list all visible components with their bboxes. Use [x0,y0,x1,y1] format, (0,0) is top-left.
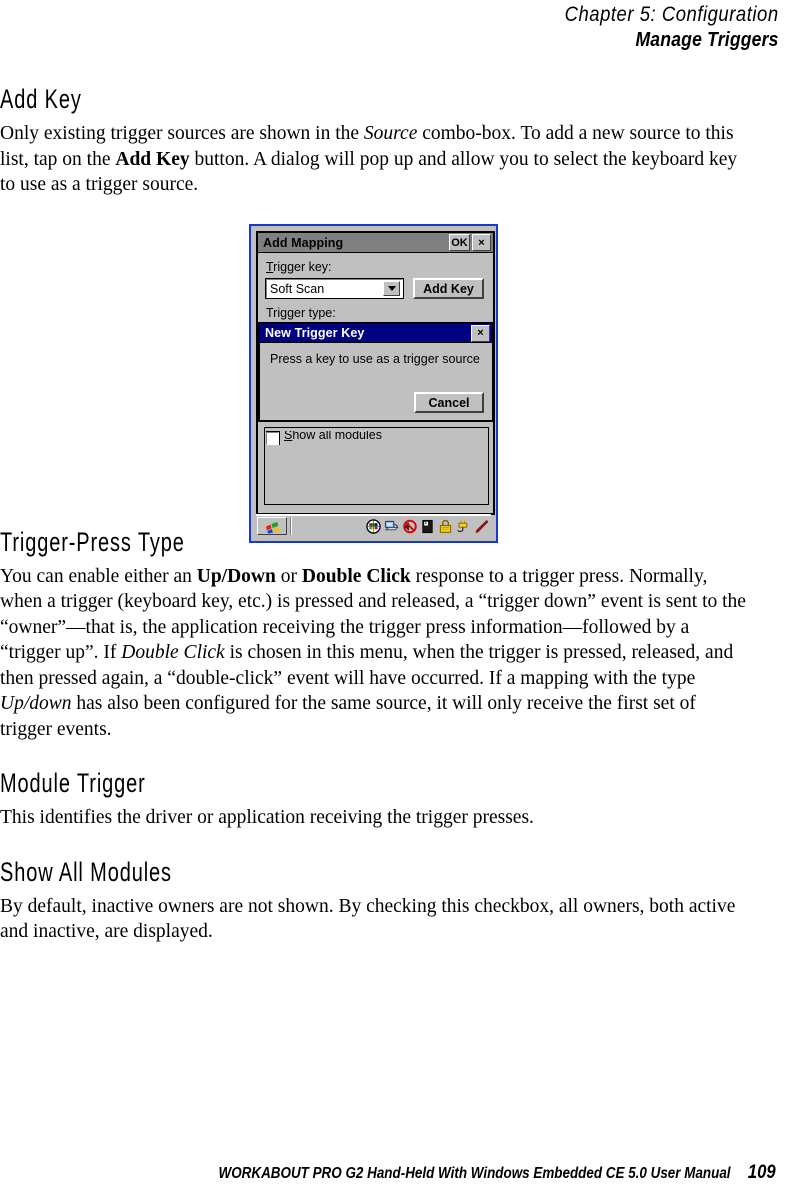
ok-button[interactable]: OK [449,234,470,251]
new-trigger-key-titlebar: New Trigger Key × [260,324,492,343]
display-settings-icon[interactable] [366,518,381,534]
add-key-button[interactable]: Add Key [413,278,484,299]
device-screenshot-figure: Add Mapping OK × Trigger key: Soft Scan … [249,224,498,543]
new-trigger-key-title: New Trigger Key [265,326,365,340]
system-tray [366,518,491,534]
power-battery-icon[interactable] [420,519,435,534]
footer-page-number: 109 [748,1162,776,1183]
paragraph-module-trigger: This identifies the driver or applicatio… [0,807,534,828]
paragraph-show-all-modules: By default, inactive owners are not show… [0,895,736,943]
show-all-modules-checkbox[interactable] [266,431,280,445]
header-section: Manage Triggers [635,29,779,51]
trigger-key-combo-value: Soft Scan [270,281,325,296]
windows-ce-taskbar [256,514,491,536]
trigger-key-row: Soft Scan Add Key [265,278,485,299]
heading-show-all-modules: Show All Modules [0,856,172,887]
new-trigger-key-dialog: New Trigger Key × Press a key to use as … [258,322,494,422]
page-footer: WORKABOUT PRO G2 Hand-Held With Windows … [0,1162,798,1184]
heading-add-key: Add Key [0,84,82,114]
trigger-key-label: Trigger key: [266,260,485,274]
add-mapping-titlebar: Add Mapping OK × [258,233,493,253]
close-icon[interactable]: × [472,234,491,251]
obscured-field-row: Trigger type: [266,306,485,320]
page-running-head: Chapter 5: Configuration Manage Triggers [0,0,798,53]
obscured-field-label: Trigger type: [266,306,336,320]
trigger-key-label-rest: rigger key: [273,260,332,274]
heading-module-trigger: Module Trigger [0,768,146,798]
close-icon[interactable]: × [471,324,490,342]
taskbar-separator [290,517,292,535]
show-all-modules-label-rest: how all modules [292,431,382,442]
volume-muted-icon[interactable] [402,519,417,534]
stylus-icon[interactable] [474,519,489,534]
chevron-down-icon[interactable] [383,281,400,296]
network-connection-icon[interactable] [384,519,399,534]
windows-start-icon [265,521,279,534]
new-trigger-key-message: Press a key to use as a trigger source [270,352,480,366]
device-screen: Add Mapping OK × Trigger key: Soft Scan … [249,224,498,543]
paragraph-trigger-press-type: You can enable either an Up/Down or Doub… [0,565,746,740]
add-mapping-title: Add Mapping [263,235,344,250]
paragraph-add-key: Only existing trigger sources are shown … [0,123,738,195]
lock-icon[interactable] [438,519,453,534]
show-all-modules-row[interactable]: Show all modules [266,431,488,445]
cancel-button[interactable]: Cancel [414,392,484,413]
header-chapter: Chapter 5: Configuration [564,3,779,26]
ac-adapter-icon[interactable] [456,519,471,534]
start-button[interactable] [257,517,287,535]
device-desktop: Add Mapping OK × Trigger key: Soft Scan … [253,228,495,539]
footer-manual-title: WORKABOUT PRO G2 Hand-Held With Windows … [218,1165,731,1182]
trigger-key-combo[interactable]: Soft Scan [265,278,404,299]
show-all-modules-label: Show all modules [284,431,382,442]
